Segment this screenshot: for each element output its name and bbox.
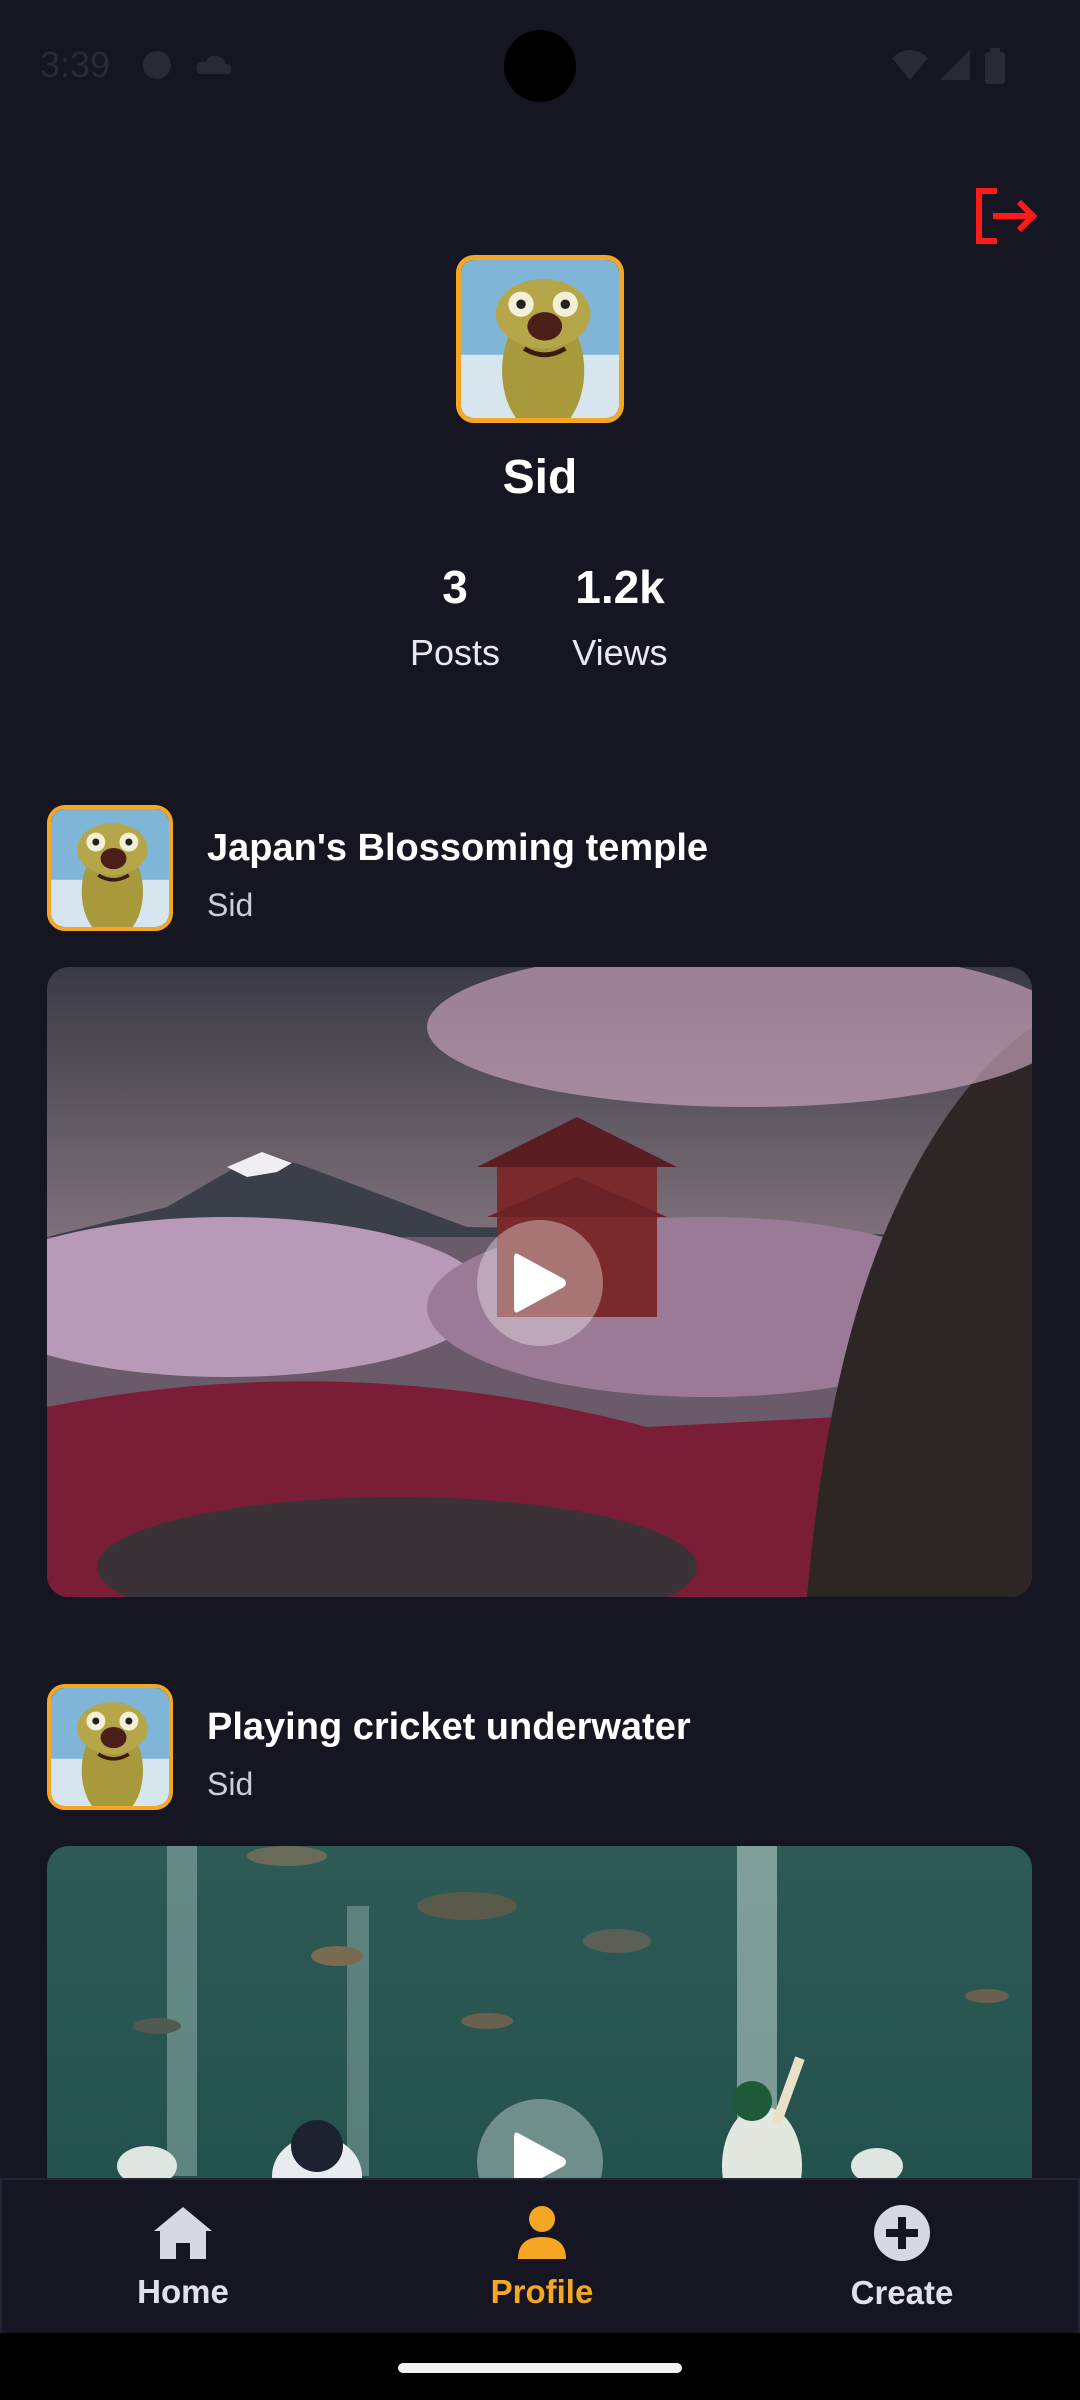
wifi-icon bbox=[892, 50, 928, 80]
stat-label: Posts bbox=[409, 632, 501, 673]
avatar-image bbox=[51, 1688, 169, 1806]
signal-icon bbox=[940, 50, 970, 80]
globe-icon bbox=[143, 51, 171, 79]
stat-value: 3 bbox=[442, 561, 468, 613]
stat-label: Views bbox=[572, 632, 668, 673]
logout-button[interactable] bbox=[970, 180, 1042, 252]
stat-views: 1.2k Views bbox=[540, 560, 700, 674]
cloud-icon bbox=[196, 55, 232, 74]
nav-label-profile: Profile bbox=[490, 2272, 594, 2310]
post-author-avatar bbox=[47, 1684, 173, 1810]
plus-circle-icon bbox=[874, 2204, 930, 2261]
stat-value: 1.2k bbox=[575, 561, 665, 613]
play-button[interactable] bbox=[477, 1220, 603, 1346]
bottom-navigation: Home Profile Create bbox=[0, 2178, 1080, 2333]
nav-item-create[interactable]: Create bbox=[752, 2180, 1052, 2335]
nav-label-create: Create bbox=[850, 2273, 954, 2311]
avatar-image bbox=[51, 809, 169, 927]
battery-icon bbox=[985, 48, 1005, 84]
profile-name: Sid bbox=[502, 451, 578, 504]
nav-label-home: Home bbox=[137, 2272, 229, 2310]
stat-posts: 3 Posts bbox=[375, 560, 535, 674]
profile-avatar bbox=[456, 255, 624, 423]
nav-item-home[interactable]: Home bbox=[33, 2180, 333, 2335]
post-author: Sid bbox=[207, 887, 254, 923]
status-bar: 3:39 bbox=[0, 0, 1080, 130]
post-author: Sid bbox=[207, 1766, 254, 1802]
post-author-avatar bbox=[47, 805, 173, 931]
logout-icon bbox=[976, 188, 1038, 244]
profile-icon bbox=[518, 2205, 566, 2259]
video-thumbnail[interactable] bbox=[47, 967, 1032, 1597]
nav-item-profile[interactable]: Profile bbox=[392, 2180, 692, 2335]
status-time: 3:39 bbox=[40, 44, 111, 85]
post-title: Playing cricket underwater bbox=[207, 1706, 691, 1748]
home-gesture-bar[interactable] bbox=[398, 2363, 682, 2373]
avatar-image bbox=[461, 260, 619, 418]
play-icon bbox=[514, 1253, 566, 1313]
post-title: Japan's Blossoming temple bbox=[207, 827, 709, 869]
camera-cutout bbox=[504, 30, 576, 102]
home-icon bbox=[154, 2206, 212, 2259]
